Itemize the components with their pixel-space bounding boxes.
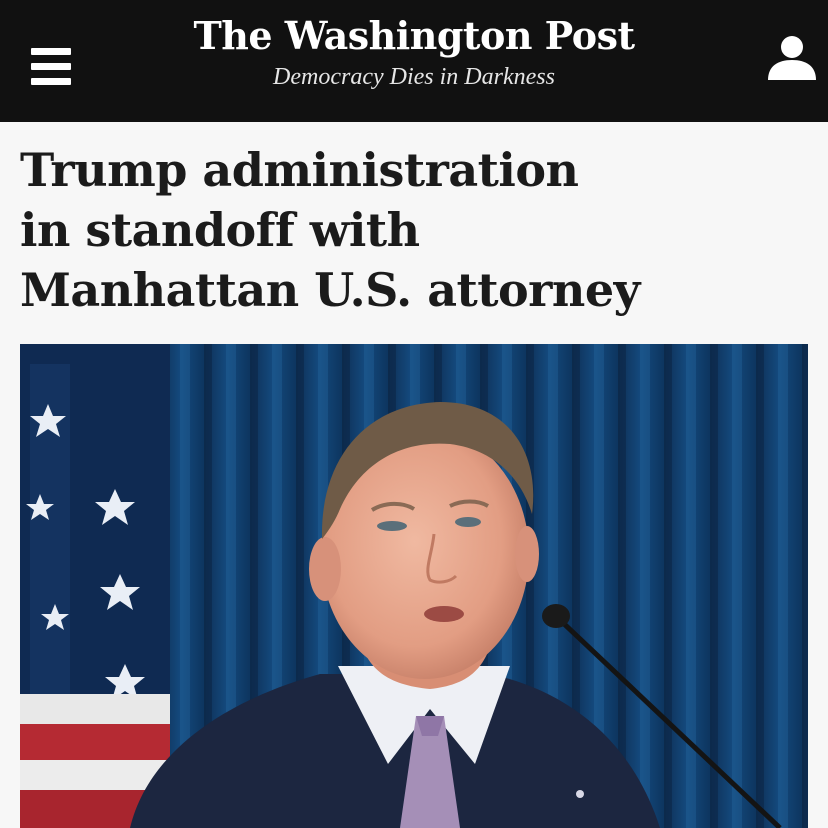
user-account-icon [768, 36, 816, 80]
headline-line-3: Manhattan U.S. attorney [20, 263, 640, 317]
headline-line-1: Trump administration [20, 143, 579, 197]
hamburger-menu-button[interactable] [31, 46, 73, 85]
menu-bar-middle [31, 63, 71, 70]
account-button[interactable] [764, 32, 820, 84]
flag [20, 344, 170, 828]
tagline: Democracy Dies in Darkness [273, 63, 555, 90]
photo-speaker-at-podium [20, 344, 808, 828]
article-headline[interactable]: Trump administration in standoff with Ma… [20, 140, 720, 320]
menu-bar-bottom [31, 78, 71, 85]
brand-logo[interactable]: The Washington Post [180, 14, 648, 58]
article-photo[interactable] [20, 344, 808, 828]
masthead[interactable]: The Washington Post Democracy Dies in Da… [180, 14, 648, 91]
top-bar: The Washington Post Democracy Dies in Da… [0, 0, 828, 122]
headline-line-2: in standoff with [20, 203, 420, 257]
menu-bar-top [31, 48, 71, 55]
